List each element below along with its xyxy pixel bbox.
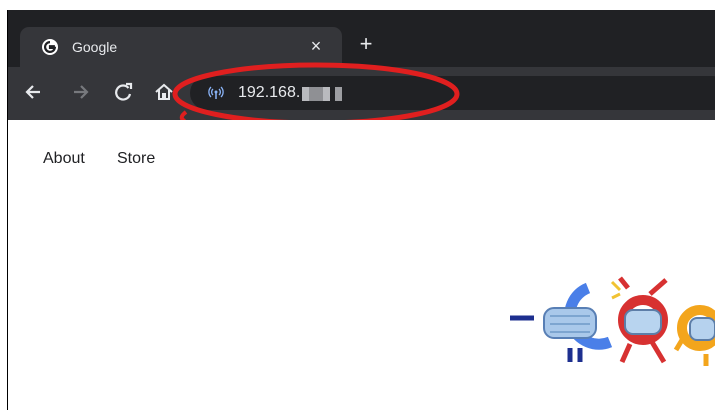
tab-strip: Google × + — [8, 10, 715, 67]
forward-icon[interactable] — [70, 81, 92, 103]
redaction-block — [309, 87, 323, 101]
network-icon — [208, 86, 224, 99]
google-favicon-icon — [42, 39, 58, 55]
home-icon[interactable] — [153, 81, 175, 103]
back-icon[interactable] — [22, 81, 44, 103]
tab-close-icon[interactable]: × — [306, 36, 326, 56]
tab-title: Google — [72, 39, 118, 55]
address-bar[interactable]: 192.168. — [190, 76, 715, 110]
new-tab-button[interactable]: + — [356, 33, 376, 55]
reload-icon[interactable] — [112, 81, 134, 103]
store-link[interactable]: Store — [117, 149, 155, 169]
about-link[interactable]: About — [43, 149, 85, 169]
redaction-block — [335, 87, 342, 101]
browser-chrome: Google × + 192.168. — [8, 10, 715, 120]
browser-toolbar: 192.168. — [8, 67, 715, 120]
url-text: 192.168. — [238, 84, 301, 101]
browser-tab[interactable]: Google × — [20, 27, 342, 67]
google-doodle-image[interactable] — [500, 270, 715, 370]
